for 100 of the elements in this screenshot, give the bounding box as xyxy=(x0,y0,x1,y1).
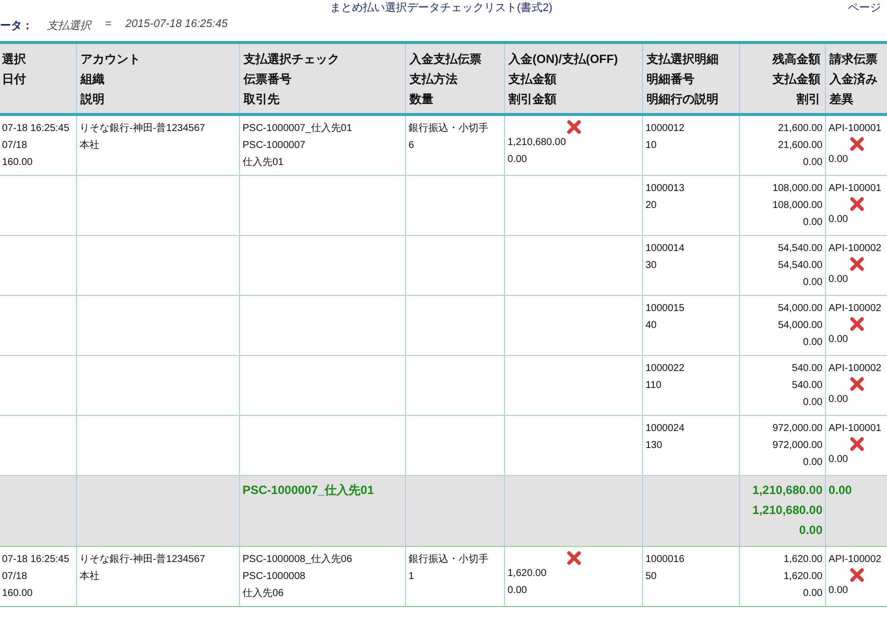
cell-text: りそな銀行-神田-普1234567 xyxy=(80,122,206,136)
cell-text: 0.00 xyxy=(508,584,528,598)
cell-text: 銀行振込・小切手 xyxy=(408,122,490,136)
cell-text: 0.00 xyxy=(828,333,849,347)
cell-text: 0.00 xyxy=(828,453,849,467)
parameter-operator: = xyxy=(105,18,112,32)
cell-text: 0.00 xyxy=(802,336,822,350)
column-header: 割引金額 xyxy=(508,91,558,108)
column-header: 差異 xyxy=(830,91,854,108)
cell-text: 21,600.00 xyxy=(777,139,822,153)
column-header: 支払金額 xyxy=(508,71,558,88)
cell-text: 1000015 xyxy=(646,302,686,316)
column-header: 説明 xyxy=(80,91,106,108)
cell-text: 540.00 xyxy=(790,379,822,393)
column-header: 明細行の説明 xyxy=(646,91,720,108)
cell-text: 20 xyxy=(646,199,658,213)
cell-text: API-100002 xyxy=(828,242,882,256)
cell-text: 0.00 xyxy=(508,153,528,167)
cell-text: りそな銀行-神田-普1234567 xyxy=(80,552,206,567)
column-header: 請求伝票 xyxy=(830,51,878,68)
cell-text: 1,210,680.00 xyxy=(508,136,567,150)
cell-text: 1,620.00 xyxy=(782,570,822,584)
cell-text: PSC-1000008 xyxy=(242,570,306,584)
cell-text: API-100002 xyxy=(828,362,882,376)
cell-text: 54,540.00 xyxy=(777,242,822,256)
cell-text: 07/18 xyxy=(2,570,28,584)
cell-text: API-100001 xyxy=(828,182,882,196)
cell-text: 仕入先06 xyxy=(242,586,285,601)
cell-text: 1000013 xyxy=(646,182,686,196)
cell-text: 07-18 16:25:45 xyxy=(2,553,70,567)
cell-text: 30 xyxy=(646,259,658,273)
cell-text: 540.00 xyxy=(790,362,822,376)
cell-text: 54,540.00 xyxy=(777,259,822,273)
subtotal-value: 1,210,680.00 xyxy=(751,502,822,519)
column-header: 入金済み xyxy=(830,71,878,88)
column-header: 数量 xyxy=(410,91,434,108)
cell-text: 0.00 xyxy=(802,587,822,601)
cell-text: PSC-1000007 xyxy=(242,139,306,153)
parameter-name: 支払選択 xyxy=(47,19,91,33)
column-header: 明細番号 xyxy=(646,71,696,88)
column-header: 支払選択明細 xyxy=(646,51,720,68)
column-header: 支払選択チェック xyxy=(244,51,340,68)
cell-text: 0.00 xyxy=(828,584,849,598)
cell-text: 6 xyxy=(408,139,416,153)
column-header: 割引 xyxy=(796,91,820,108)
cell-text: API-100001 xyxy=(828,122,882,136)
cell-text: 0.00 xyxy=(828,393,849,407)
column-header: 支払金額 xyxy=(772,71,820,88)
cell-text: 1000014 xyxy=(646,242,686,256)
cell-text: 1000024 xyxy=(646,422,686,436)
cell-text: 0.00 xyxy=(828,153,849,167)
cell-text: 1,620.00 xyxy=(782,553,822,567)
cell-text: 0.00 xyxy=(802,456,822,470)
cell-text: 160.00 xyxy=(2,587,34,601)
cell-text: 0.00 xyxy=(828,273,849,287)
column-header: アカウント xyxy=(80,51,142,68)
cell-text: 21,600.00 xyxy=(777,122,822,136)
cell-text: 972,000.00 xyxy=(771,422,822,436)
cell-text: 54,000.00 xyxy=(777,302,822,316)
cell-text: 54,000.00 xyxy=(777,319,822,333)
cell-text: 1000016 xyxy=(646,553,686,567)
cell-text: 銀行振込・小切手 xyxy=(408,552,490,567)
column-header: 取引先 xyxy=(244,91,280,108)
column-header: 支払方法 xyxy=(410,71,458,88)
cell-text: 0.00 xyxy=(802,216,822,230)
cell-text: PSC-1000008_仕入先06 xyxy=(242,552,354,567)
column-header: 入金支払伝票 xyxy=(410,51,482,68)
column-header: 入金(ON)/支払(OFF) xyxy=(508,51,619,68)
cell-text: API-100002 xyxy=(828,302,882,316)
cell-text: 1,620.00 xyxy=(508,567,548,581)
cell-text: 1000012 xyxy=(646,122,686,136)
cell-text: 1 xyxy=(408,570,416,584)
cell-text: 1000022 xyxy=(646,362,686,376)
cell-text: 110 xyxy=(646,379,662,393)
cell-text: 本社 xyxy=(80,570,100,584)
cell-text: API-100002 xyxy=(828,553,882,567)
subtotal-value: 0.00 xyxy=(798,522,822,539)
cell-text: 130 xyxy=(646,439,664,453)
cell-text: 0.00 xyxy=(828,213,849,227)
cell-text: 108,000.00 xyxy=(771,182,822,196)
subtotal-value: 0.00 xyxy=(828,482,853,499)
cell-text: API-100001 xyxy=(828,422,882,436)
cell-text: 0.00 xyxy=(802,156,822,170)
cell-text: 108,000.00 xyxy=(771,199,822,213)
cell-text: 07/18 xyxy=(2,139,28,153)
cell-text: 本社 xyxy=(80,138,100,153)
parameter-label: ータ： xyxy=(0,19,33,33)
page-label: ページ xyxy=(848,1,881,15)
cell-text: 0.00 xyxy=(802,276,822,290)
column-header: 日付 xyxy=(2,71,27,88)
parameter-value: 2015-07-18 16:25:45 xyxy=(125,18,228,32)
cell-text: 50 xyxy=(646,570,658,584)
cell-text: 972,000.00 xyxy=(771,439,822,453)
cell-text: 40 xyxy=(646,319,658,333)
subtotal-value: 1,210,680.00 xyxy=(751,482,822,499)
cell-text: 160.00 xyxy=(2,156,34,170)
column-header: 選択 xyxy=(2,51,27,68)
column-header: 伝票番号 xyxy=(244,71,292,88)
column-header: 残高金額 xyxy=(771,51,820,68)
report-title: まとめ払い選択データチェックリスト(書式2) xyxy=(330,1,552,15)
